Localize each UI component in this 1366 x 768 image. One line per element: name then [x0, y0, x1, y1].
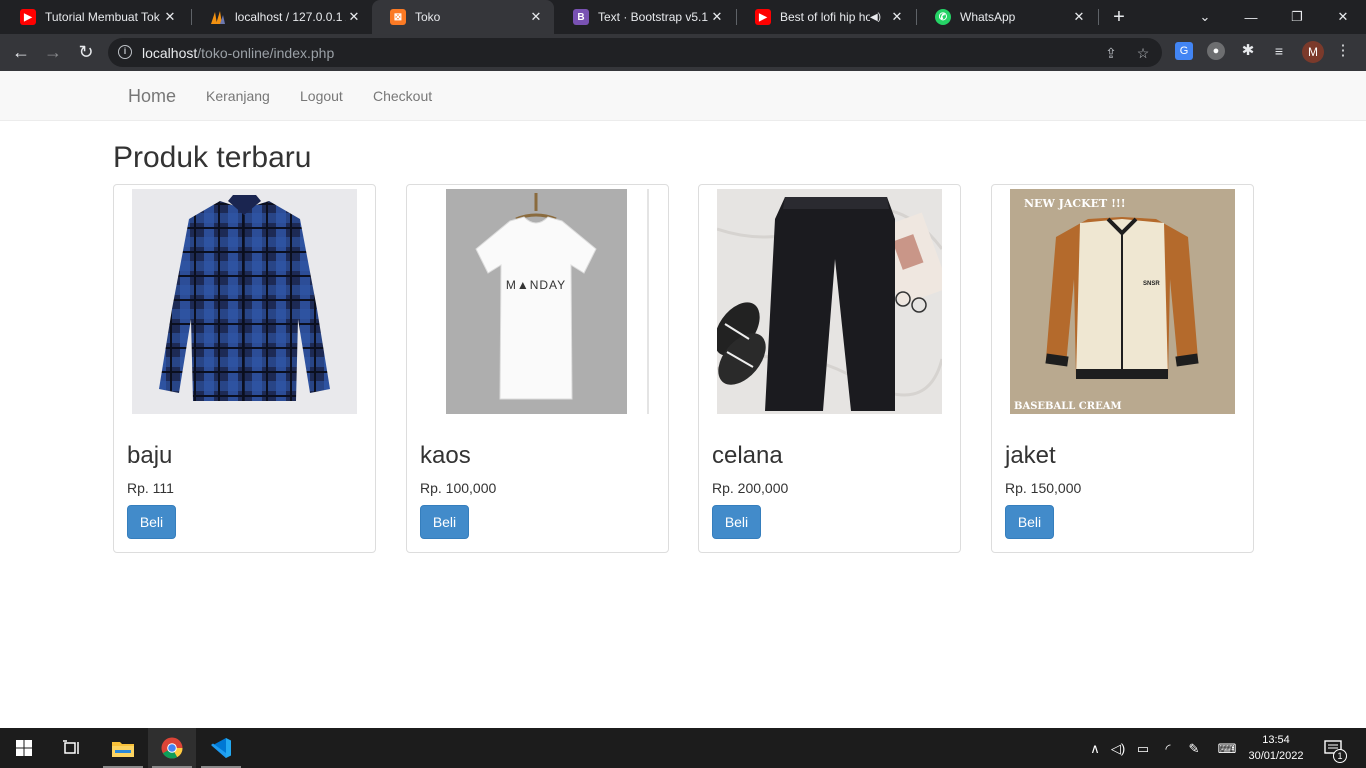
media-control-icon[interactable]: ≡	[1270, 42, 1288, 60]
browser-tab-active[interactable]: ⊠ Toko ✕	[372, 0, 554, 34]
product-name: baju	[127, 442, 173, 469]
address-url: localhost/toko-online/index.php	[142, 45, 334, 61]
nav-home-link[interactable]: Home	[128, 86, 176, 107]
nav-logout-link[interactable]: Logout	[300, 88, 343, 104]
youtube-icon: ▶	[20, 9, 36, 25]
close-icon[interactable]: ✕	[1071, 9, 1087, 25]
jacket-caption-bottom: BASEBALL CREAM	[1014, 401, 1122, 412]
windows-start-icon[interactable]	[0, 728, 48, 768]
minimize-button[interactable]: —	[1228, 0, 1274, 34]
battery-icon[interactable]: ▭	[1134, 740, 1152, 758]
windows-taskbar: ∧ ◁) ▭ ◜ ✎ ⌨ 13:54 30/01/2022 1	[0, 728, 1366, 768]
close-icon[interactable]: ✕	[528, 9, 544, 25]
new-tab-button[interactable]: +	[1108, 6, 1130, 28]
browser-tab-strip: ▶ Tutorial Membuat Tok ✕ localhost / 127…	[0, 0, 1366, 34]
tshirt-print-text: M▲NDAY	[506, 278, 566, 292]
black-pants-image[interactable]	[717, 189, 942, 414]
buy-button[interactable]: Beli	[712, 505, 761, 539]
nav-checkout-link[interactable]: Checkout	[373, 88, 432, 104]
volume-icon[interactable]: ◁)	[1109, 740, 1127, 758]
notifications-count-badge: 1	[1333, 749, 1347, 763]
tab-title: Tutorial Membuat Tok	[45, 10, 160, 24]
jacket-badge: SNSR	[1143, 281, 1160, 287]
clock-date: 30/01/2022	[1248, 750, 1304, 762]
page-title: Produk terbaru	[113, 141, 312, 174]
browser-tab[interactable]: ✆ WhatsApp ✕	[917, 0, 1097, 34]
vscode-icon[interactable]	[197, 728, 245, 768]
forward-button[interactable]: →	[41, 40, 65, 64]
product-price: Rp. 150,000	[1005, 480, 1082, 496]
plaid-shirt-image[interactable]	[132, 189, 357, 414]
back-button[interactable]: ←	[9, 40, 33, 64]
product-price: Rp. 100,000	[420, 480, 497, 496]
white-tshirt-image[interactable]: M▲NDAY	[446, 189, 650, 414]
product-name: kaos	[420, 442, 471, 469]
tab-separator	[1098, 9, 1099, 25]
product-name: jaket	[1005, 442, 1056, 469]
browser-tab[interactable]: B Text · Bootstrap v5.1 ✕	[555, 0, 735, 34]
menu-kebab-icon[interactable]: ⋮	[1334, 42, 1352, 60]
jacket-caption-top: NEW JACKET !!!	[1024, 197, 1126, 210]
browser-tab[interactable]: ▶ Tutorial Membuat Tok ✕	[2, 0, 188, 34]
tab-title: localhost / 127.0.0.1 /	[235, 10, 346, 24]
tab-title: Text · Bootstrap v5.1	[598, 10, 709, 24]
taskbar-clock[interactable]: 13:54 30/01/2022	[1244, 732, 1308, 764]
profile-avatar[interactable]: M	[1302, 41, 1324, 63]
restore-button[interactable]: ❐	[1274, 0, 1320, 34]
info-icon[interactable]: i	[118, 45, 132, 59]
tab-title: Best of lofi hip ho	[780, 10, 870, 24]
pen-icon[interactable]: ✎	[1185, 740, 1203, 758]
chrome-icon[interactable]	[148, 728, 196, 768]
speaker-icon[interactable]: ◀)	[870, 12, 881, 23]
browser-tab[interactable]: localhost / 127.0.0.1 / ✕	[192, 0, 372, 34]
product-price: Rp. 200,000	[712, 480, 789, 496]
file-explorer-icon[interactable]	[99, 728, 147, 768]
share-icon[interactable]: ⇪	[1102, 44, 1120, 62]
close-icon[interactable]: ✕	[889, 9, 905, 25]
close-window-button[interactable]: ✕	[1320, 0, 1366, 34]
extension-icon[interactable]: ●	[1207, 42, 1225, 60]
youtube-icon: ▶	[755, 9, 771, 25]
product-card: NEW JACKET !!! SNSR BASEBALL CREAM jaket…	[991, 184, 1254, 553]
task-view-icon[interactable]	[48, 728, 96, 768]
whatsapp-icon: ✆	[935, 9, 951, 25]
url-path: /toko-online/index.php	[197, 45, 335, 61]
page-viewport: Home Keranjang Logout Checkout Produk te…	[0, 71, 1366, 728]
product-card: celana Rp. 200,000 Beli	[698, 184, 961, 553]
buy-button[interactable]: Beli	[127, 505, 176, 539]
nav-keranjang-link[interactable]: Keranjang	[206, 88, 270, 104]
bootstrap-icon: B	[573, 9, 589, 25]
product-name: celana	[712, 442, 783, 469]
product-card: baju Rp. 111 Beli	[113, 184, 376, 553]
product-price: Rp. 111	[127, 480, 174, 496]
url-host: localhost	[142, 45, 198, 61]
chevron-up-icon[interactable]: ∧	[1086, 740, 1104, 758]
puzzle-extensions-icon[interactable]: ✱	[1239, 42, 1257, 60]
buy-button[interactable]: Beli	[1005, 505, 1054, 539]
tab-title: WhatsApp	[960, 10, 1016, 24]
xampp-icon: ⊠	[390, 9, 406, 25]
address-bar[interactable]: i localhost/toko-online/index.php ⇪ ☆	[108, 38, 1162, 67]
tab-title: Toko	[415, 10, 441, 24]
keyboard-icon[interactable]: ⌨	[1214, 740, 1240, 758]
tab-search-icon[interactable]: ⌄	[1182, 0, 1228, 34]
bookmark-star-icon[interactable]: ☆	[1134, 44, 1152, 62]
browser-toolbar: ← → ↻ i localhost/toko-online/index.php …	[0, 34, 1366, 71]
buy-button[interactable]: Beli	[420, 505, 469, 539]
wifi-icon[interactable]: ◜	[1159, 740, 1177, 758]
baseball-jacket-image[interactable]: NEW JACKET !!! SNSR BASEBALL CREAM	[1010, 189, 1235, 414]
phpmyadmin-icon	[210, 9, 226, 25]
browser-tab[interactable]: ▶ Best of lofi hip ho ◀) ✕	[737, 0, 915, 34]
close-icon[interactable]: ✕	[346, 9, 362, 25]
clock-time: 13:54	[1262, 734, 1290, 746]
close-icon[interactable]: ✕	[709, 9, 725, 25]
google-translate-icon[interactable]: G	[1175, 42, 1193, 60]
site-navbar: Home Keranjang Logout Checkout	[0, 71, 1366, 121]
close-icon[interactable]: ✕	[162, 9, 178, 25]
product-card: M▲NDAY kaos Rp. 100,000 Beli	[406, 184, 669, 553]
reload-button[interactable]: ↻	[74, 40, 98, 64]
